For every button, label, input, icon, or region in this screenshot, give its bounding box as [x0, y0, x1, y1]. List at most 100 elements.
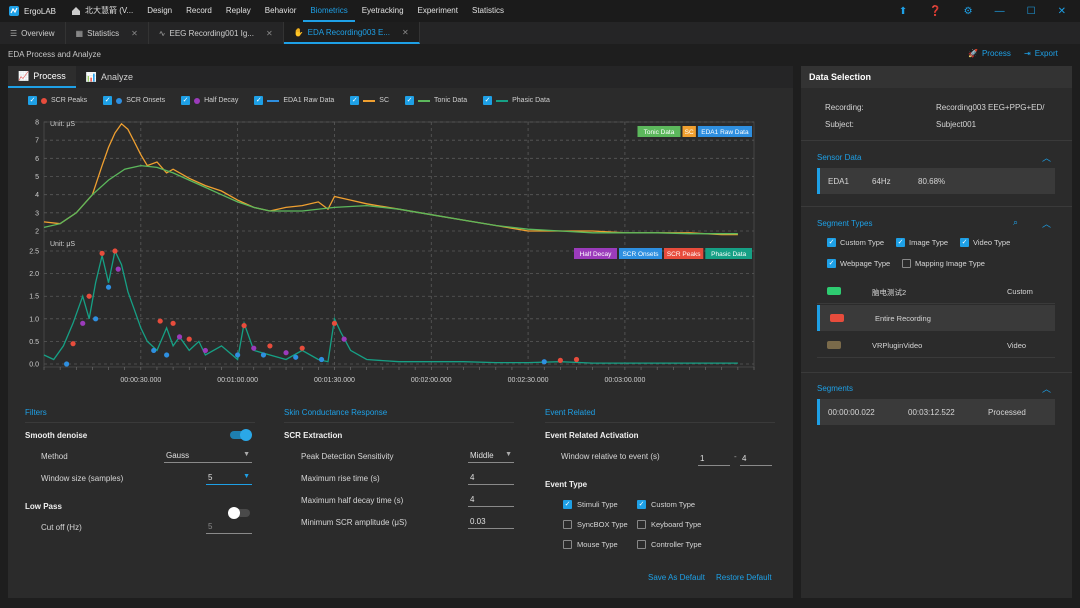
menu-eyetracking[interactable]: Eyetracking	[355, 0, 411, 22]
menu-record[interactable]: Record	[179, 0, 219, 22]
rise-time-label: Maximum rise time (s)	[301, 474, 380, 483]
segment-type-custom-type[interactable]: ✓ Custom Type	[827, 238, 884, 247]
close-tab-icon[interactable]: ✕	[402, 28, 409, 37]
cutoff-input[interactable]: 5	[206, 522, 252, 534]
min-amplitude-input[interactable]: 0.03	[468, 517, 514, 529]
export-button[interactable]: ⇥ Export	[1024, 49, 1058, 58]
segment-list-item[interactable]: Entire Recording	[817, 305, 1055, 331]
checkbox[interactable]: ✓	[405, 96, 415, 105]
checkbox[interactable]: ✓	[103, 96, 113, 105]
tab-label: Statistics	[87, 28, 120, 38]
checkbox[interactable]: ✓	[827, 238, 836, 247]
tab-statistics[interactable]: ▦ Statistics ✕	[66, 22, 149, 44]
menu-statistics[interactable]: Statistics	[465, 0, 511, 22]
legend-item-tonic-data[interactable]: ✓ Tonic Data	[405, 96, 467, 105]
rise-time-input[interactable]: 4	[468, 473, 514, 485]
segment-type-image-type[interactable]: ✓ Image Type	[896, 238, 948, 247]
save-default-button[interactable]: Save As Default	[648, 573, 705, 582]
checkbox[interactable]: ✓	[637, 500, 646, 509]
data-point-scr-peaks	[157, 318, 163, 324]
tab-label: Overview	[21, 28, 55, 38]
checkbox[interactable]	[563, 540, 572, 549]
window-size-select[interactable]: 5 ▼	[206, 473, 252, 485]
segment-list-item[interactable]: 脑电测试2 Custom	[817, 278, 1055, 304]
event-type-controller-type[interactable]: Controller Type	[637, 540, 702, 549]
app-title: ErgoLAB	[0, 5, 64, 17]
checkbox[interactable]: ✓	[483, 96, 493, 105]
upload-icon[interactable]: ⬆	[899, 6, 907, 17]
legend-item-scr-onsets[interactable]: ✓ SCR Onsets	[103, 96, 165, 105]
method-select[interactable]: Gauss ▼	[164, 451, 252, 463]
project-menu[interactable]: 北大慧箭 (V...	[64, 0, 140, 22]
menu-behavior[interactable]: Behavior	[258, 0, 304, 22]
tab-eda-recording[interactable]: ✋ EDA Recording003 E... ✕	[283, 22, 420, 44]
legend-item-sc[interactable]: ✓ SC	[350, 96, 389, 105]
checkbox[interactable]: ✓	[896, 238, 905, 247]
sensitivity-select[interactable]: Middle ▼	[468, 451, 514, 463]
legend-item-scr-peaks[interactable]: ✓ SCR Peaks	[28, 96, 87, 105]
event-type-keyboard-type[interactable]: Keyboard Type	[637, 520, 701, 529]
event-window-to[interactable]: 4	[740, 454, 772, 466]
checkbox[interactable]	[637, 540, 646, 549]
checkbox[interactable]: ✓	[181, 96, 191, 105]
segment-type-video-type[interactable]: ✓ Video Type	[960, 238, 1010, 247]
legend-item-eda1-raw-data[interactable]: ✓ EDA1 Raw Data	[254, 96, 334, 105]
y-tick-label: 4	[35, 192, 39, 199]
checkbox[interactable]: ✓	[254, 96, 264, 105]
data-point-scr-onsets	[260, 352, 267, 358]
divider	[801, 206, 1072, 207]
close-icon[interactable]: ✕	[1058, 6, 1066, 17]
checkbox[interactable]: ✓	[563, 500, 572, 509]
menu-design[interactable]: Design	[140, 0, 179, 22]
y-tick-label: 0.0	[29, 362, 39, 369]
restore-default-button[interactable]: Restore Default	[716, 573, 772, 582]
menu-biometrics[interactable]: Biometrics	[303, 0, 355, 22]
data-point-scr-peaks	[241, 322, 247, 329]
checkbox[interactable]	[563, 520, 572, 529]
segment-list-item[interactable]: VRPluginVideo Video	[817, 332, 1055, 358]
recording-label: Recording:	[825, 103, 864, 112]
legend-item-half-decay[interactable]: ✓ Half Decay	[181, 96, 238, 105]
chevron-up-icon[interactable]: ︿	[1042, 382, 1051, 395]
checkbox[interactable]: ✓	[28, 96, 37, 105]
event-window-from[interactable]: 1	[698, 454, 730, 466]
sensor-quality: 80.68%	[918, 177, 946, 186]
event-type-syncbox-type[interactable]: SyncBOX Type	[563, 520, 628, 529]
data-point-scr-peaks	[557, 357, 563, 363]
checkbox[interactable]: ✓	[960, 238, 969, 247]
process-button[interactable]: 🚀 Process	[968, 49, 1011, 58]
smooth-denoise-toggle[interactable]	[230, 429, 252, 441]
menu-experiment[interactable]: Experiment	[411, 0, 465, 22]
checkbox[interactable]: ✓	[350, 96, 360, 105]
legend-item-phasic-data[interactable]: ✓ Phasic Data	[483, 96, 550, 105]
maximize-icon[interactable]: ☐	[1027, 6, 1036, 17]
tab-overview[interactable]: ☰ Overview	[0, 22, 66, 44]
data-point-scr-onsets	[293, 354, 299, 360]
low-pass-toggle[interactable]	[228, 507, 250, 519]
tab-process[interactable]: 📈 Process	[8, 66, 76, 88]
sensor-row[interactable]: EDA1 64Hz 80.68%	[817, 168, 1055, 194]
data-point-half-decay	[251, 345, 257, 351]
checkbox[interactable]	[637, 520, 646, 529]
menu-replay[interactable]: Replay	[219, 0, 258, 22]
close-tab-icon[interactable]: ✕	[266, 29, 273, 38]
half-decay-input[interactable]: 4	[468, 495, 514, 507]
checkbox[interactable]	[902, 259, 911, 268]
close-tab-icon[interactable]: ✕	[131, 29, 138, 38]
event-type-custom-type[interactable]: ✓ Custom Type	[637, 500, 695, 509]
segment-type-mapping-image-type[interactable]: Mapping Image Type	[902, 259, 985, 268]
segment-row[interactable]: 00:00:00.022 00:03:12.522 Processed	[817, 399, 1055, 425]
tab-eeg-recording[interactable]: ∿ EEG Recording001 Ig... ✕	[149, 22, 284, 44]
help-icon[interactable]: ❓	[929, 6, 941, 17]
checkbox[interactable]: ✓	[827, 259, 836, 268]
segment-type-webpage-type[interactable]: ✓ Webpage Type	[827, 259, 890, 268]
minimize-icon[interactable]: —	[995, 6, 1005, 17]
event-type-mouse-type[interactable]: Mouse Type	[563, 540, 618, 549]
segment-type: Video	[1007, 341, 1027, 350]
event-type-stimuli-type[interactable]: ✓ Stimuli Type	[563, 500, 618, 509]
tab-analyze[interactable]: 📊 Analyze	[76, 66, 143, 88]
chevron-up-icon[interactable]: ︿	[1042, 151, 1051, 164]
search-icon[interactable]: ⌕	[1013, 217, 1018, 228]
settings-icon[interactable]: ⚙	[964, 6, 973, 17]
chevron-up-icon[interactable]: ︿	[1042, 217, 1051, 230]
